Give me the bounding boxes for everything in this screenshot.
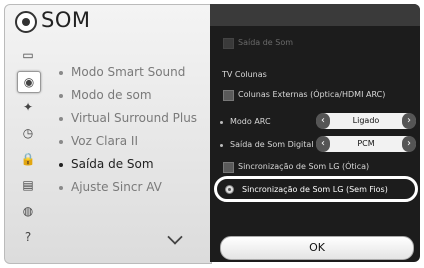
bullet-icon (59, 116, 63, 121)
checkbox-sinc-otica[interactable] (223, 162, 234, 173)
menu-item-label: Virtual Surround Plus (71, 111, 198, 125)
menu-item[interactable]: Voz Clara II (59, 134, 138, 148)
colunas-externas-label: Colunas Externas (Óptica/HDMI ARC) (238, 90, 386, 99)
help-icon[interactable]: ? (17, 227, 39, 247)
title-bar: SOM (5, 5, 211, 37)
tv-colunas-label: TV Colunas (222, 70, 267, 79)
page-title: SOM (41, 8, 91, 32)
modo-arc-value: Ligado (352, 116, 380, 125)
network-icon[interactable]: ◍ (17, 201, 39, 221)
bullet-icon (59, 139, 63, 144)
radio-icon[interactable] (225, 185, 234, 194)
menu-item-label: Saída de Som (71, 157, 154, 171)
saida-digital-selector[interactable]: ‹ PCM › (316, 136, 416, 152)
arrow-left-icon[interactable]: ‹ (316, 136, 330, 152)
bullet-icon (220, 144, 223, 147)
saida-de-som-label: Saída de Som (238, 38, 294, 47)
audio-icon[interactable]: ◉ (17, 71, 41, 93)
menu-item[interactable]: Saída de Som (59, 157, 154, 171)
sinc-otica-label: Sincronização de Som LG (Ótica) (238, 162, 370, 171)
screen: SOM ▭ ◉ ✦ ◷ 🔒 ▤ ◍? Modo Smart Sound Modo de som… (0, 0, 424, 268)
arrow-left-icon[interactable]: ‹ (316, 113, 330, 129)
checkbox-saida-de-som[interactable] (223, 38, 234, 49)
lock-icon[interactable]: 🔒 (17, 149, 39, 169)
bullet-icon (59, 162, 63, 167)
option-icon[interactable]: ▤ (17, 175, 39, 195)
bullet-icon (59, 93, 63, 98)
ok-button[interactable]: OK (220, 236, 414, 260)
saida-digital-value: PCM (357, 139, 375, 148)
modo-arc-selector[interactable]: ‹ Ligado › (316, 113, 416, 129)
bullet-icon (59, 185, 63, 190)
audio-output-panel: Saída de Som TV Colunas Colunas Externas… (210, 4, 420, 262)
settings-menu-panel: SOM ▭ ◉ ✦ ◷ 🔒 ▤ ◍? Modo Smart Sound Modo de som… (4, 4, 212, 264)
checkbox-colunas-externas[interactable] (223, 90, 234, 101)
menu-item[interactable]: Modo Smart Sound (59, 65, 185, 79)
bullet-icon (220, 121, 223, 124)
menu-item-label: Voz Clara II (71, 134, 138, 148)
menu-item-label: Modo de som (71, 88, 152, 102)
chevron-down-icon[interactable] (167, 229, 183, 245)
modo-arc-label: Modo ARC (230, 117, 271, 126)
menu-item-label: Modo Smart Sound (71, 65, 186, 79)
menu-item[interactable]: Modo de som (59, 88, 152, 102)
speaker-icon (15, 11, 37, 33)
arrow-right-icon[interactable]: › (402, 113, 416, 129)
bullet-icon (59, 70, 63, 75)
clock-icon[interactable]: ◷ (17, 123, 39, 143)
menu-item[interactable]: Ajuste Sincr AV (59, 180, 162, 194)
menu-item[interactable]: Virtual Surround Plus (59, 111, 197, 125)
arrow-right-icon[interactable]: › (402, 136, 416, 152)
menu-item-label: Ajuste Sincr AV (71, 180, 162, 194)
sinc-sem-fios-label: Sincronização de Som LG (Sem Fios) (242, 185, 388, 194)
saida-digital-label: Saída de Som Digital (230, 140, 314, 149)
panel-header (210, 4, 420, 26)
picture-icon[interactable]: ▭ (17, 45, 39, 65)
channel-icon[interactable]: ✦ (17, 97, 39, 117)
